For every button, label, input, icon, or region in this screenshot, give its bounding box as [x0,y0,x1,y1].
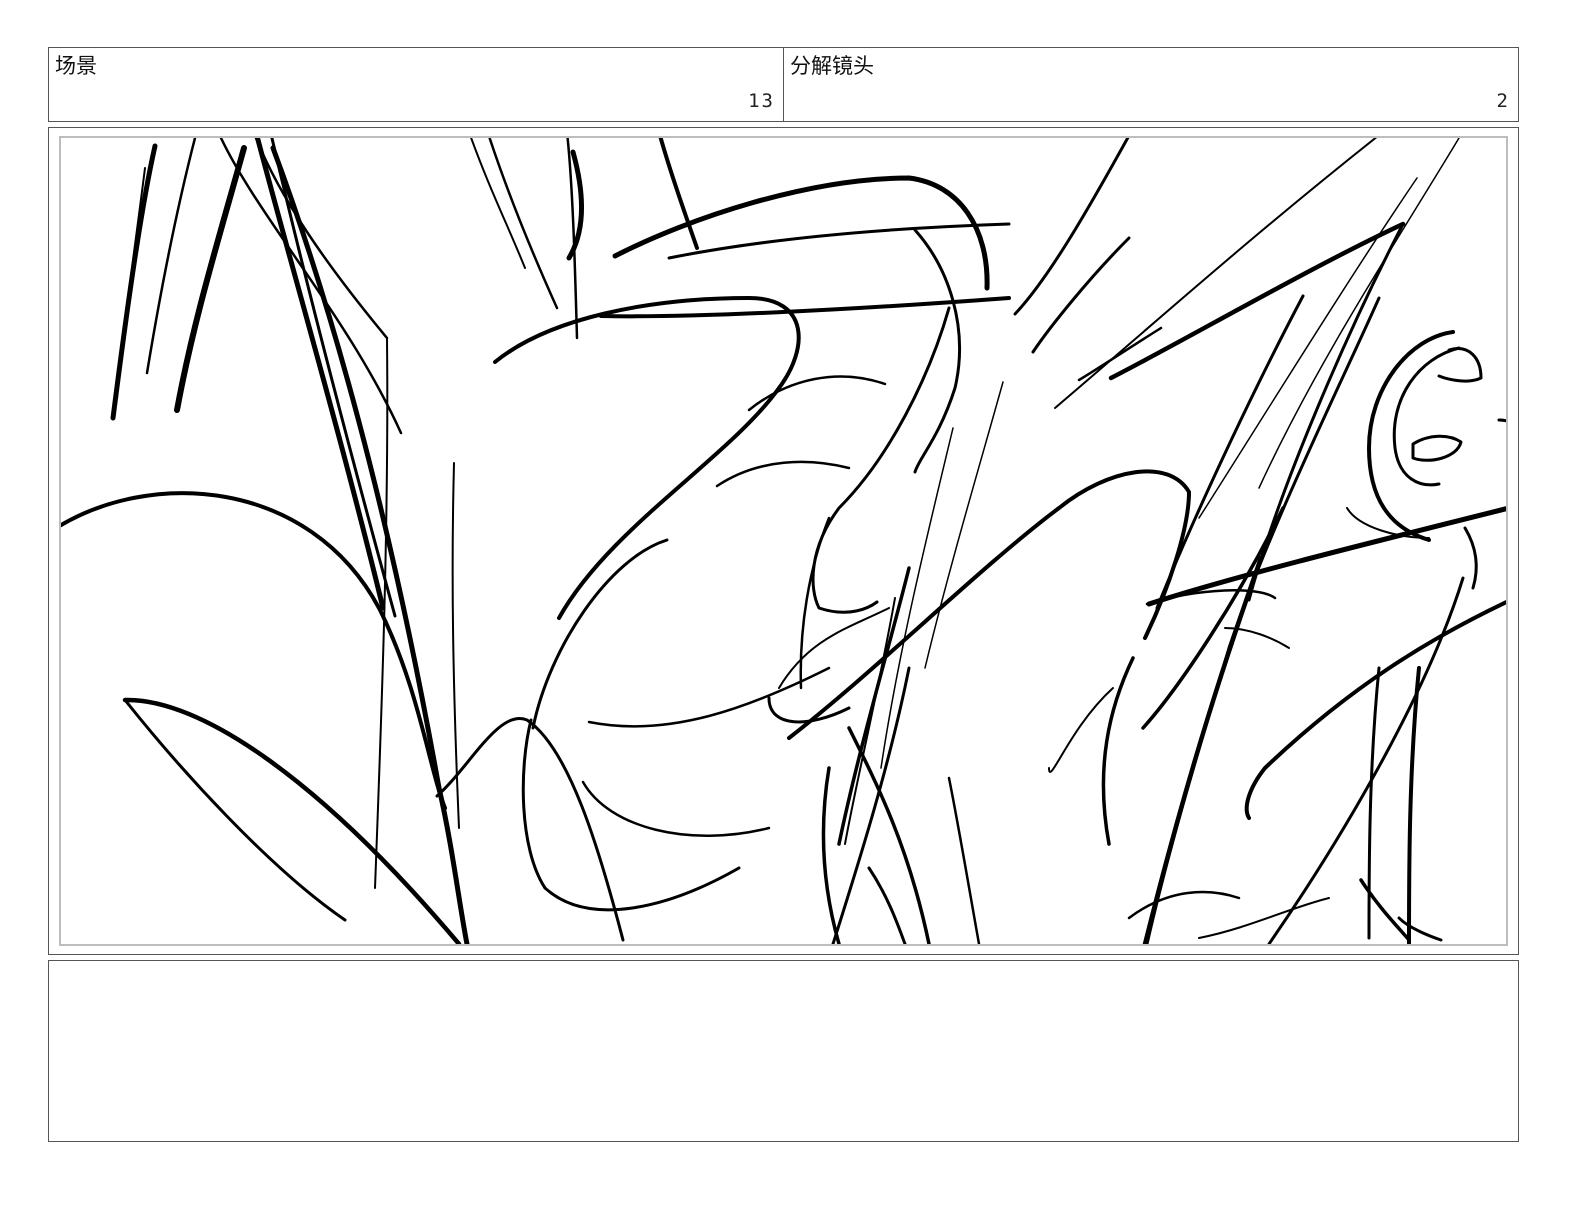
scene-number: 13 [748,90,775,112]
panel-frame [59,136,1508,946]
shot-label: 分解镜头 [790,54,874,78]
sketch-drawing-icon [61,138,1506,944]
scene-label: 场景 [55,54,97,78]
shot-cell: 分解镜头 2 [784,48,1518,121]
notes-box[interactable] [48,960,1519,1142]
storyboard-header: 场景 13 分解镜头 2 [48,47,1519,122]
scene-cell: 场景 13 [49,48,784,121]
shot-number: 2 [1496,90,1510,112]
storyboard-panel [48,127,1519,955]
